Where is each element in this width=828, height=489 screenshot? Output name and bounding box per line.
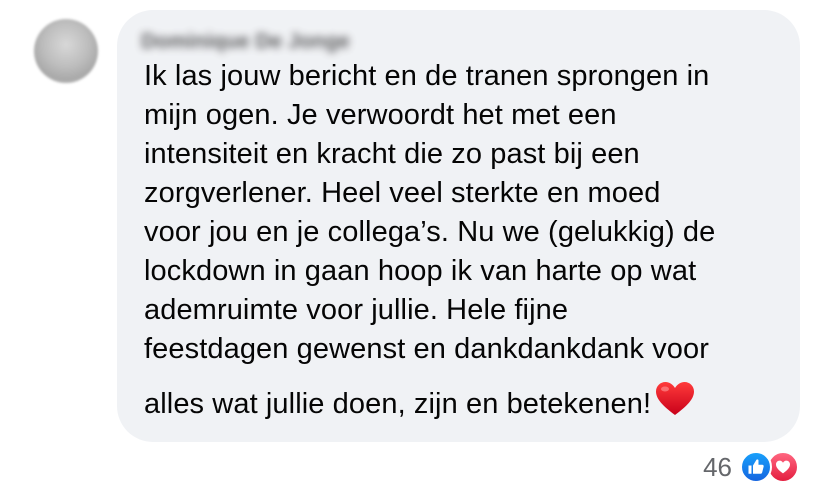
comment-line: feestdagen gewenst en dankdankdank voor [144,333,709,365]
comment-screenshot: Dominique De Jonge Ik las jouw bericht e… [0,0,828,489]
comment-author-name[interactable]: Dominique De Jonge [141,30,350,54]
comment-bubble: Dominique De Jonge Ik las jouw bericht e… [117,10,800,442]
reaction-summary[interactable]: 46 [703,451,804,483]
comment-line: intensiteit en kracht die zo past bij ee… [144,138,640,170]
heart-emoji-icon [655,381,695,428]
avatar[interactable] [34,19,98,83]
comment-line: ademruimte voor jullie. Hele fijne [144,294,569,326]
comment-line: Ik las jouw bericht en de tranen spronge… [144,60,710,92]
comment-line: lockdown in gaan hoop ik van harte op wa… [144,255,697,287]
like-icon[interactable] [740,451,772,483]
comment-line: voor jou en je collega’s. Nu we (gelukki… [144,216,716,248]
comment-line: zorgverlener. Heel veel sterkte en moed [144,177,661,209]
comment-line: alles wat jullie doen, zijn en betekenen… [144,388,652,420]
comment-line-final: alles wat jullie doen, zijn en betekenen… [144,381,715,420]
comment-line: mijn ogen. Je verwoordt het met een [144,99,617,131]
comment-text: Ik las jouw bericht en de tranen spronge… [144,57,715,420]
reaction-icons[interactable] [740,451,804,483]
reaction-count[interactable]: 46 [703,452,732,483]
